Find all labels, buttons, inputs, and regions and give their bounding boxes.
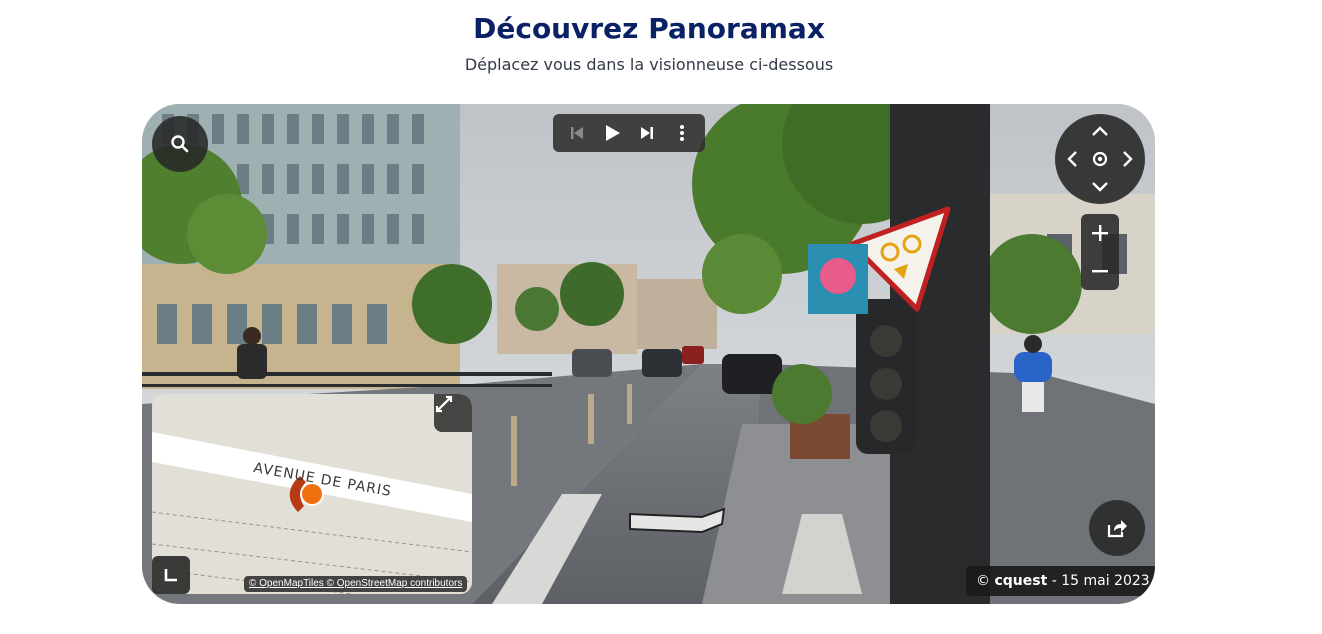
minus-icon [1092,270,1108,273]
search-icon [171,135,189,153]
more-options-button[interactable] [668,119,696,147]
page-title: Découvrez Panoramax [473,12,825,45]
map-attribution-link[interactable]: © OpenMapTiles © OpenStreetMap contribut… [244,576,468,592]
skip-next-icon [640,127,653,139]
photo-date: - 15 mai 2023 [1051,573,1150,589]
previous-button[interactable] [563,119,591,147]
panorama-viewer[interactable]: AVENUE DE PARIS © OpenMapTiles © OpenStr… [142,104,1155,604]
zoom-in-button[interactable] [1081,214,1119,252]
plus-icon [1092,225,1108,241]
move-up-button[interactable] [1089,120,1111,142]
chevron-right-icon [1123,151,1133,167]
zoom-control [1081,214,1119,290]
more-vertical-icon [679,125,684,141]
chevron-left-icon [1067,151,1077,167]
minimize-map-button[interactable] [152,556,190,594]
share-button[interactable] [1089,500,1145,556]
corner-icon [164,569,177,582]
skip-previous-icon [570,127,583,139]
swap-icon [435,395,453,413]
chevron-down-icon [1092,182,1108,192]
photo-credit: © cquest - 15 mai 2023 [966,566,1155,596]
move-right-button[interactable] [1117,148,1139,170]
reset-view-button[interactable] [1089,148,1111,170]
expand-map-button[interactable] [434,394,472,432]
copyright-symbol: © [976,573,990,589]
page-subtitle: Déplacez vous dans la visionneuse ci-des… [464,55,834,74]
zoom-out-button[interactable] [1081,252,1119,290]
photo-author: cquest [994,573,1048,589]
move-down-button[interactable] [1089,176,1111,198]
target-icon [1092,151,1108,167]
share-icon [1107,520,1127,538]
mini-map-canvas[interactable] [152,394,472,594]
play-icon [605,125,620,141]
next-button[interactable] [633,119,661,147]
chevron-up-icon [1092,126,1108,136]
move-left-button[interactable] [1061,148,1083,170]
navigation-control [1055,114,1145,204]
mini-map[interactable]: AVENUE DE PARIS © OpenMapTiles © OpenStr… [152,394,472,594]
play-button[interactable] [598,119,626,147]
search-button[interactable] [152,116,208,172]
sequence-toolbar [553,114,705,152]
